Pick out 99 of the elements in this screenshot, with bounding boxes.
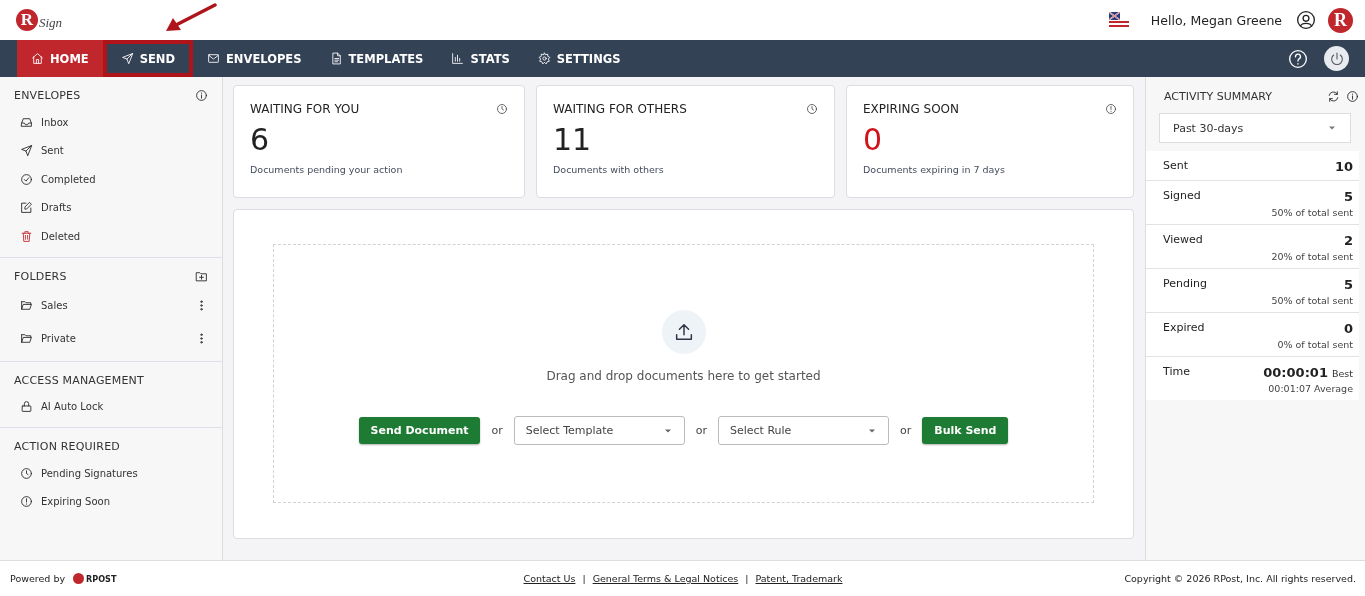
- card-title: WAITING FOR OTHERS: [553, 102, 687, 116]
- clock-icon: [806, 103, 818, 115]
- home-icon: [31, 52, 44, 65]
- clock-icon: [20, 466, 33, 480]
- sidebar-item[interactable]: Pending Signatures: [41, 467, 208, 479]
- section-heading: ACTION REQUIRED: [14, 440, 120, 453]
- stat-suffix: Best: [1331, 368, 1353, 379]
- sidebar-item[interactable]: Sales: [41, 299, 187, 311]
- footer-logo: RPOST: [73, 573, 117, 584]
- stat-note: 20% of total sent: [1271, 251, 1353, 262]
- stat-label: Expired: [1163, 321, 1206, 334]
- stat-label: Pending: [1163, 277, 1208, 290]
- greeting-text: Hello, Megan Greene: [1150, 12, 1282, 28]
- power-icon: [1328, 50, 1345, 67]
- sidebar-item[interactable]: Drafts: [41, 202, 208, 214]
- info-icon[interactable]: [1346, 90, 1359, 103]
- stat-value: 5: [1343, 189, 1353, 204]
- section-heading: ACCESS MANAGEMENT: [14, 373, 144, 387]
- stat-value: 00:00:01: [1263, 365, 1328, 380]
- action-button[interactable]: Send Document: [358, 417, 481, 444]
- card-caption: Documents with others: [553, 164, 665, 175]
- section-heading: ENVELOPES: [14, 89, 81, 102]
- clock-icon: [496, 103, 508, 115]
- send-icon: [20, 144, 33, 158]
- refresh-icon[interactable]: [1327, 90, 1340, 103]
- folder-icon: [20, 331, 33, 345]
- footer-link[interactable]: General Terms & Legal Notices: [592, 573, 739, 584]
- count-value: 6: [250, 122, 271, 158]
- or-text: or: [695, 424, 707, 437]
- bar-chart-icon: [451, 52, 465, 65]
- or-text: or: [900, 424, 912, 437]
- separator-text: |: [582, 573, 586, 584]
- panel-title: ACTIVITY SUMMARY: [1164, 90, 1273, 103]
- trash-icon: [20, 229, 33, 243]
- upload-icon[interactable]: [661, 310, 706, 354]
- action-button[interactable]: Bulk Send: [922, 417, 1009, 444]
- add-folder-icon[interactable]: [195, 269, 208, 283]
- footer-link[interactable]: Patent, Trademark: [755, 573, 843, 584]
- nav-tab[interactable]: TEMPLATES: [315, 40, 438, 77]
- avatar[interactable]: R: [1328, 7, 1353, 33]
- count-value: 0: [863, 122, 884, 158]
- stat-value: 5: [1343, 277, 1353, 292]
- nav-tab[interactable]: SETTINGS: [523, 40, 635, 77]
- lock-icon: [20, 400, 33, 414]
- stat-label: Time: [1163, 365, 1191, 378]
- copyright-text: Copyright © 2026 RPost, Inc. All rights reserved.: [1124, 573, 1356, 584]
- footer-link[interactable]: Contact Us: [523, 573, 576, 584]
- help-icon[interactable]: [1288, 48, 1308, 69]
- stat-note: 00:01:07 Average: [1268, 383, 1353, 394]
- sidebar-item[interactable]: Sent: [41, 145, 208, 157]
- envelope-icon: [207, 52, 220, 65]
- card-title: WAITING FOR YOU: [250, 102, 360, 116]
- logo-wordmark: Sign: [39, 15, 63, 31]
- inbox-icon: [20, 115, 33, 129]
- stat-note: 50% of total sent: [1271, 207, 1353, 218]
- folder-icon: [20, 298, 33, 312]
- card-caption: Documents expiring in 7 days: [863, 164, 1006, 175]
- flag-icon[interactable]: [1108, 12, 1129, 28]
- nav-tab[interactable]: HOME: [17, 40, 103, 77]
- card-title: EXPIRING SOON: [863, 102, 960, 116]
- dropdown[interactable]: Select Rule: [718, 416, 889, 445]
- powered-by-text: Powered by: [10, 573, 66, 584]
- separator-text: |: [745, 573, 749, 584]
- check-circle-icon: [20, 172, 33, 186]
- stat-note: 50% of total sent: [1271, 295, 1353, 306]
- period-dropdown[interactable]: Past 30-days: [1159, 113, 1351, 143]
- sidebar-item[interactable]: Expiring Soon: [41, 496, 208, 508]
- stat-label: Viewed: [1163, 233, 1204, 246]
- logo-mark: R: [16, 9, 38, 31]
- count-value: 11: [553, 122, 593, 158]
- nav-tab[interactable]: ENVELOPES: [193, 40, 316, 77]
- dropdown[interactable]: Select Template: [513, 416, 685, 445]
- section-heading: FOLDERS: [14, 269, 67, 283]
- send-icon: [120, 52, 134, 65]
- stat-note: 0% of total sent: [1277, 339, 1353, 350]
- sidebar-item[interactable]: Completed: [41, 173, 208, 185]
- stat-label: Sent: [1163, 159, 1190, 172]
- edit-icon: [20, 201, 33, 215]
- sidebar-item[interactable]: Deleted: [41, 230, 208, 242]
- alert-icon: [1105, 103, 1117, 115]
- power-button[interactable]: [1324, 46, 1349, 71]
- sidebar-item[interactable]: Inbox: [41, 116, 208, 128]
- info-icon[interactable]: [195, 89, 208, 102]
- stat-value: 2: [1343, 233, 1353, 248]
- card-caption: Documents pending your action: [250, 164, 404, 175]
- gear-icon: [537, 52, 551, 65]
- stat-value: 10: [1334, 159, 1353, 174]
- annotation-arrow: [164, 3, 218, 33]
- nav-tab[interactable]: STATS: [437, 40, 524, 77]
- drop-zone[interactable]: Drag and drop documents here to get started Send Document or Select Template or Select Rule or Bulk Send: [273, 244, 1094, 503]
- nav-tab[interactable]: SEND: [102, 40, 193, 77]
- drop-prompt: Drag and drop documents here to get started: [546, 369, 821, 383]
- user-icon[interactable]: [1296, 10, 1316, 30]
- or-text: or: [491, 424, 503, 437]
- stat-value: 0: [1343, 321, 1353, 336]
- stat-label: Signed: [1163, 189, 1202, 202]
- alert-icon: [20, 495, 33, 509]
- sidebar-item[interactable]: Private: [41, 332, 187, 344]
- sidebar-item[interactable]: AI Auto Lock: [41, 401, 208, 413]
